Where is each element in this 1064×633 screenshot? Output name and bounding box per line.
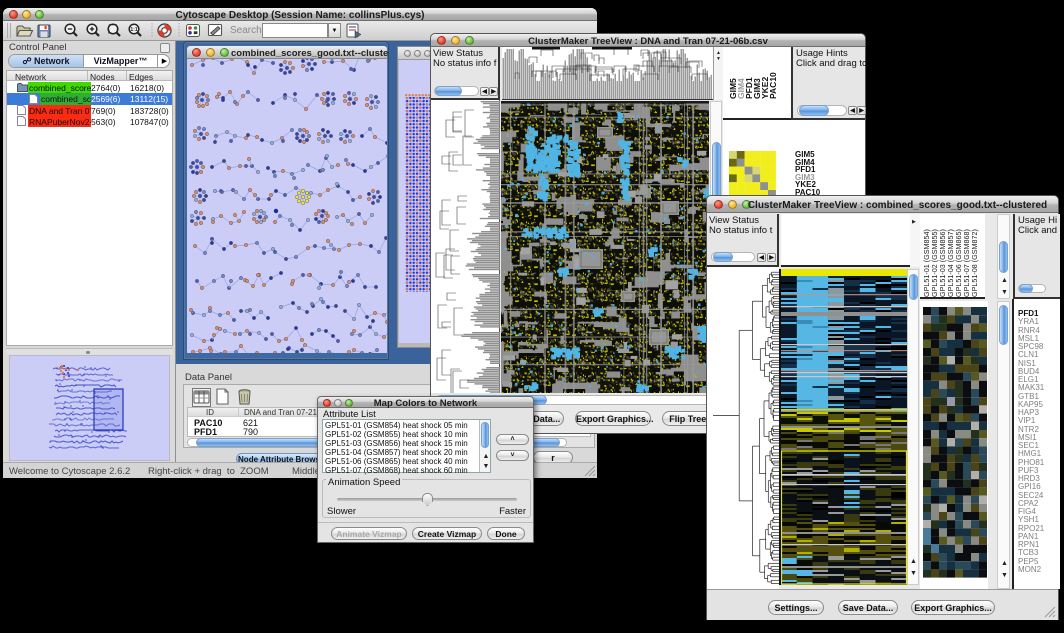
svg-text:PAC10: PAC10 <box>768 72 778 99</box>
svg-text:GPL51-08 (GSM872): GPL51-08 (GSM872) <box>970 229 979 297</box>
svg-text:1:1: 1:1 <box>130 27 137 33</box>
